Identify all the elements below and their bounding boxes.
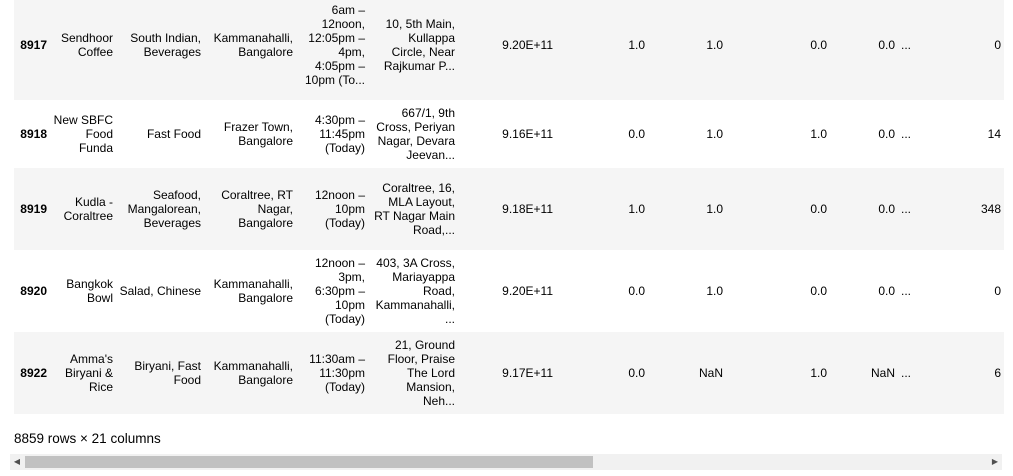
cell-value: 1.0 [706,202,723,216]
cell-value: 1.0 [810,366,827,380]
cell-value: 1.0 [706,127,723,141]
cell-location: Kammanahalli, Bangalore [213,31,293,59]
cell-name: Amma's Biryani & Rice [64,352,113,394]
table-row: 8922 Amma's Biryani & Rice Biryani, Fast… [14,332,1004,414]
cell-value: 1.0 [628,202,645,216]
cell-name: Sendhoor Coffee [60,31,113,59]
cell-address: 403, 3A Cross, Mariayappa Road, Kammanah… [375,256,455,326]
cell-phone: 9.20E+11 [502,284,553,298]
cell-ellipsis: ... [901,366,912,380]
cell-phone: 9.17E+11 [502,366,553,380]
table-row: 8917 Sendhoor Coffee South Indian, Bever… [14,0,1004,100]
cell-name: Kudla - Coraltree [63,195,113,223]
cell-address: 10, 5th Main, Kullappa Circle, Near Rajk… [383,17,455,73]
cell-location: Kammanahalli, Bangalore [213,277,293,305]
cell-name: New SBFC Food Funda [53,113,113,155]
cell-cuisines: Fast Food [146,127,201,141]
cell-value: 0.0 [878,127,895,141]
dataframe-shape-label: 8859 rows × 21 columns [14,431,161,446]
cell-phone: 9.16E+11 [502,127,553,141]
cell-value: 0.0 [628,284,645,298]
cell-value: 6 [994,366,1001,380]
cell-phone: 9.20E+11 [502,38,553,52]
cell-value: 0.0 [628,366,645,380]
cell-value: 1.0 [810,127,827,141]
cell-ellipsis: ... [901,38,912,52]
cell-value: 1.0 [628,38,645,52]
cell-address: Coraltree, 16, MLA Layout, RT Nagar Main… [374,181,455,237]
cell-value: 0.0 [810,38,827,52]
cell-value: 0.0 [878,38,895,52]
horizontal-scrollbar[interactable]: ◀ ▶ [10,454,1002,470]
row-index: 8918 [20,127,47,141]
cell-value: 0.0 [628,127,645,141]
cell-timings: 4:30pm – 11:45pm (Today) [314,113,365,155]
cell-value: 14 [987,127,1001,141]
cell-timings: 11:30am – 11:30pm (Today) [309,352,365,394]
cell-timings: 12noon – 3pm, 6:30pm – 10pm (Today) [314,256,365,326]
dataframe-table: 8917 Sendhoor Coffee South Indian, Bever… [14,0,1004,414]
cell-value: 0 [994,38,1001,52]
cell-timings: 6am – 12noon, 12:05pm – 4pm, 4:05pm – 10… [304,3,365,87]
scrollbar-thumb[interactable] [25,456,593,468]
scroll-right-icon[interactable]: ▶ [988,454,1002,470]
cell-phone: 9.18E+11 [502,202,553,216]
cell-ellipsis: ... [901,284,912,298]
row-index: 8919 [20,202,47,216]
cell-cuisines: Seafood, Mangalorean, Beverages [127,188,201,230]
cell-value: 0.0 [878,202,895,216]
cell-value: 1.0 [706,38,723,52]
cell-value: 0.0 [878,284,895,298]
cell-timings: 12noon – 10pm (Today) [314,188,365,230]
cell-location: Kammanahalli, Bangalore [213,359,293,387]
cell-cuisines: Biryani, Fast Food [134,359,201,387]
cell-value: 348 [980,202,1001,216]
cell-name: Bangkok Bowl [66,277,113,305]
cell-value: NaN [870,366,895,380]
cell-value: 0.0 [810,202,827,216]
row-index: 8922 [20,366,47,380]
dataframe-container: 8917 Sendhoor Coffee South Indian, Bever… [14,0,1004,414]
table-row: 8920 Bangkok Bowl Salad, Chinese Kammana… [14,250,1004,332]
row-index: 8920 [20,284,47,298]
cell-value: 0 [994,284,1001,298]
cell-cuisines: South Indian, Beverages [130,31,201,59]
cell-address: 21, Ground Floor, Praise The Lord Mansio… [387,338,455,408]
cell-location: Frazer Town, Bangalore [223,120,293,148]
cell-ellipsis: ... [901,127,912,141]
cell-address: 667/1, 9th Cross, Periyan Nagar, Devara … [376,106,455,162]
cell-ellipsis: ... [901,202,912,216]
scroll-left-icon[interactable]: ◀ [10,454,24,470]
table-row: 8918 New SBFC Food Funda Fast Food Fraze… [14,100,1004,168]
cell-value: 0.0 [810,284,827,298]
cell-value: 1.0 [706,284,723,298]
cell-location: Coraltree, RT Nagar, Bangalore [221,188,293,230]
table-row: 8919 Kudla - Coraltree Seafood, Mangalor… [14,168,1004,250]
cell-cuisines: Salad, Chinese [119,284,201,298]
cell-value: NaN [698,366,723,380]
row-index: 8917 [20,38,47,52]
